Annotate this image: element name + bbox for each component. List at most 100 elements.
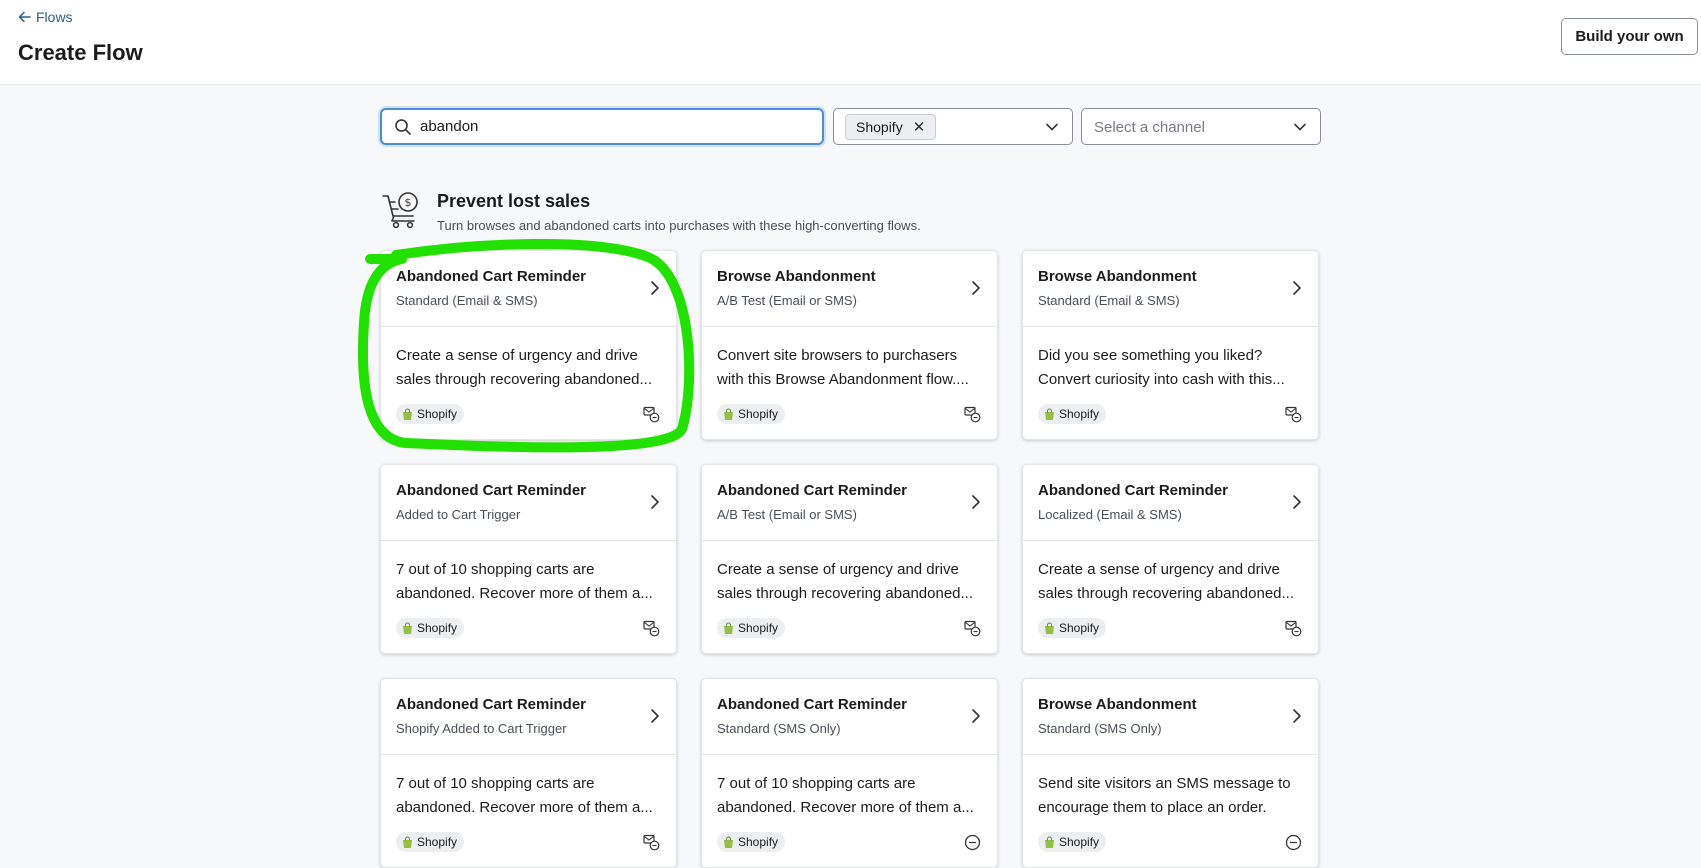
integration-badge: Shopify — [1038, 832, 1107, 852]
flow-card[interactable]: Browse Abandonment A/B Test (Email or SM… — [701, 250, 998, 440]
card-header: Browse Abandonment Standard (Email & SMS… — [1023, 251, 1318, 327]
card-header: Browse Abandonment A/B Test (Email or SM… — [702, 251, 997, 327]
build-your-own-button[interactable]: Build your own — [1561, 18, 1698, 55]
flow-card[interactable]: Abandoned Cart Reminder Standard (SMS On… — [701, 678, 998, 868]
email-sms-icon — [643, 620, 660, 637]
flow-card[interactable]: Abandoned Cart Reminder Shopify Added to… — [380, 678, 677, 868]
flow-card[interactable]: Browse Abandonment Standard (SMS Only) S… — [1022, 678, 1319, 868]
integration-badge: Shopify — [396, 618, 465, 638]
email-sms-icon — [643, 834, 660, 851]
integration-badge: Shopify — [1038, 618, 1107, 638]
card-description: Create a sense of urgency and drive sale… — [717, 561, 974, 602]
card-subtitle: Standard (SMS Only) — [717, 721, 841, 736]
card-subtitle: Standard (Email & SMS) — [1038, 293, 1180, 308]
section-subtitle: Turn browses and abandoned carts into pu… — [437, 218, 921, 233]
flow-card[interactable]: Abandoned Cart Reminder Standard (Email … — [380, 250, 677, 440]
card-header: Abandoned Cart Reminder A/B Test (Email … — [702, 465, 997, 541]
back-link-label: Flows — [36, 9, 73, 25]
flow-card[interactable]: Browse Abandonment Standard (Email & SMS… — [1022, 250, 1319, 440]
card-title: Browse Abandonment — [1038, 268, 1197, 285]
search-input[interactable] — [420, 118, 800, 135]
badge-label: Shopify — [417, 407, 458, 421]
search-box[interactable] — [380, 108, 824, 145]
flow-card[interactable]: Abandoned Cart Reminder A/B Test (Email … — [701, 464, 998, 654]
badge-label: Shopify — [738, 621, 779, 635]
card-description: Convert site browsers to purchasers with… — [717, 347, 969, 388]
shopify-icon — [403, 408, 412, 420]
integration-badge: Shopify — [717, 618, 786, 638]
card-header: Browse Abandonment Standard (SMS Only) — [1023, 679, 1318, 755]
badge-label: Shopify — [417, 835, 458, 849]
shopify-icon — [1045, 622, 1054, 634]
sms-icon — [1285, 834, 1302, 851]
arrow-left-icon — [18, 11, 31, 23]
badge-label: Shopify — [1059, 835, 1100, 849]
card-subtitle: Standard (SMS Only) — [1038, 721, 1162, 736]
page-header: Flows Create Flow Build your own — [0, 0, 1701, 85]
svg-text:$: $ — [405, 196, 412, 209]
chevron-right-icon — [972, 495, 980, 509]
card-subtitle: Standard (Email & SMS) — [396, 293, 538, 308]
card-subtitle: Shopify Added to Cart Trigger — [396, 721, 567, 736]
sms-icon — [964, 834, 981, 851]
shopify-icon — [1045, 836, 1054, 848]
card-description: Send site visitors an SMS message to enc… — [1038, 775, 1291, 816]
card-description: Create a sense of urgency and drive sale… — [1038, 561, 1295, 602]
email-sms-icon — [643, 406, 660, 423]
card-description: Create a sense of urgency and drive sale… — [396, 347, 653, 388]
integration-badge: Shopify — [1038, 404, 1107, 424]
back-to-flows-link[interactable]: Flows — [18, 9, 73, 25]
shopify-icon — [724, 622, 733, 634]
card-header: Abandoned Cart Reminder Standard (SMS On… — [702, 679, 997, 755]
email-sms-icon — [1285, 620, 1302, 637]
integration-badge: Shopify — [717, 832, 786, 852]
integration-filter-select[interactable]: Shopify ✕ — [833, 108, 1073, 145]
search-icon — [395, 118, 411, 135]
card-description: 7 out of 10 shopping carts are abandoned… — [396, 561, 653, 602]
shopify-icon — [724, 408, 733, 420]
remove-chip-icon[interactable]: ✕ — [913, 120, 926, 135]
shopify-icon — [1045, 408, 1054, 420]
card-header: Abandoned Cart Reminder Standard (Email … — [381, 251, 676, 327]
email-sms-icon — [1285, 406, 1302, 423]
shopify-icon — [403, 836, 412, 848]
chevron-right-icon — [651, 281, 659, 295]
email-sms-icon — [964, 620, 981, 637]
card-header: Abandoned Cart Reminder Shopify Added to… — [381, 679, 676, 755]
chevron-right-icon — [1293, 281, 1301, 295]
shopify-icon — [403, 622, 412, 634]
shopping-cart-dollar-icon: $ — [382, 192, 418, 229]
badge-label: Shopify — [1059, 621, 1100, 635]
badge-label: Shopify — [1059, 407, 1100, 421]
card-title: Browse Abandonment — [717, 268, 876, 285]
integration-badge: Shopify — [396, 832, 465, 852]
card-title: Abandoned Cart Reminder — [396, 268, 587, 285]
email-sms-icon — [964, 406, 981, 423]
flow-card[interactable]: Abandoned Cart Reminder Added to Cart Tr… — [380, 464, 677, 654]
chevron-right-icon — [651, 495, 659, 509]
card-subtitle: Localized (Email & SMS) — [1038, 507, 1182, 522]
card-subtitle: A/B Test (Email or SMS) — [717, 293, 857, 308]
integration-chip: Shopify ✕ — [845, 114, 937, 140]
card-description: 7 out of 10 shopping carts are abandoned… — [717, 775, 974, 816]
section-title: Prevent lost sales — [437, 191, 591, 211]
card-header: Abandoned Cart Reminder Added to Cart Tr… — [381, 465, 676, 541]
integration-chip-label: Shopify — [856, 119, 903, 135]
card-title: Abandoned Cart Reminder — [717, 482, 908, 499]
card-description: 7 out of 10 shopping carts are abandoned… — [396, 775, 653, 816]
card-title: Browse Abandonment — [1038, 696, 1197, 713]
chevron-down-icon — [1046, 123, 1058, 131]
chevron-down-icon — [1294, 123, 1306, 131]
shopify-icon — [724, 836, 733, 848]
channel-filter-select[interactable]: Select a channel — [1081, 108, 1321, 145]
badge-label: Shopify — [738, 835, 779, 849]
card-subtitle: Added to Cart Trigger — [396, 507, 521, 522]
page-title: Create Flow — [18, 40, 143, 65]
card-title: Abandoned Cart Reminder — [396, 696, 587, 713]
card-title: Abandoned Cart Reminder — [396, 482, 587, 499]
card-title: Abandoned Cart Reminder — [1038, 482, 1229, 499]
chevron-right-icon — [972, 281, 980, 295]
flow-card[interactable]: Abandoned Cart Reminder Localized (Email… — [1022, 464, 1319, 654]
channel-select-placeholder: Select a channel — [1094, 119, 1205, 136]
chevron-right-icon — [651, 709, 659, 723]
